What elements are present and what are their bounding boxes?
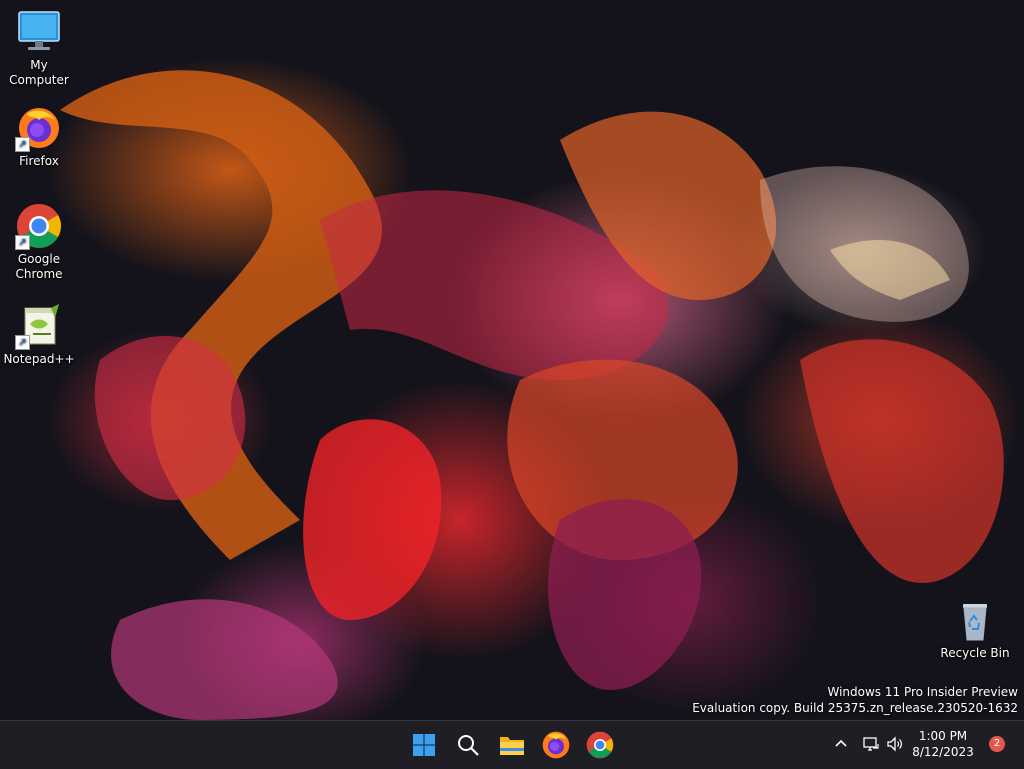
volume-button[interactable] bbox=[886, 735, 904, 753]
clock-time: 1:00 PM bbox=[918, 729, 968, 743]
desktop-icon-label: Google Chrome bbox=[15, 252, 63, 281]
desktop-icon-google-chrome[interactable]: ↗ Google Chrome bbox=[0, 202, 78, 282]
shortcut-arrow-icon: ↗ bbox=[15, 137, 30, 152]
shortcut-arrow-icon: ↗ bbox=[15, 235, 30, 250]
search-button[interactable] bbox=[452, 729, 484, 761]
chrome-icon: ↗ bbox=[15, 202, 63, 250]
chrome-icon bbox=[586, 731, 614, 759]
desktop-icon-firefox[interactable]: ↗ Firefox bbox=[0, 104, 78, 169]
chevron-up-icon bbox=[835, 739, 847, 747]
search-icon bbox=[458, 735, 479, 756]
watermark-line-2: Evaluation copy. Build 25375.zn_release.… bbox=[692, 701, 1018, 715]
network-button[interactable] bbox=[862, 735, 880, 753]
show-hidden-icons-button[interactable] bbox=[832, 735, 850, 753]
desktop-icon-label: Recycle Bin bbox=[940, 646, 1010, 660]
desktop[interactable]: My Computer ↗ Firefox ↗ Google Chrome ↗ … bbox=[0, 0, 1024, 720]
firefox-icon: ↗ bbox=[15, 104, 63, 152]
network-icon bbox=[863, 737, 879, 751]
desktop-icon-recycle-bin[interactable]: Recycle Bin bbox=[936, 596, 1014, 661]
notepad-plus-plus-icon: ↗ bbox=[15, 302, 63, 350]
clock-date: 8/12/2023 bbox=[912, 745, 974, 759]
start-button[interactable] bbox=[408, 729, 440, 761]
windows-watermark: Windows 11 Pro Insider Preview Evaluatio… bbox=[692, 684, 1018, 716]
desktop-icon-notepad-plus-plus[interactable]: ↗ Notepad++ bbox=[0, 302, 78, 367]
shortcut-arrow-icon: ↗ bbox=[15, 335, 30, 350]
start-icon bbox=[413, 734, 435, 756]
firefox-taskbar-button[interactable] bbox=[540, 729, 572, 761]
file-explorer-button[interactable] bbox=[496, 729, 528, 761]
watermark-line-1: Windows 11 Pro Insider Preview bbox=[827, 685, 1018, 699]
taskbar: 1:00 PM 8/12/2023 2 bbox=[0, 720, 1024, 769]
desktop-icon-label: Notepad++ bbox=[3, 352, 75, 366]
wallpaper bbox=[60, 70, 1004, 720]
firefox-icon bbox=[542, 731, 570, 759]
desktop-icon-label: Firefox bbox=[19, 154, 59, 168]
speaker-icon bbox=[887, 736, 902, 752]
chrome-taskbar-button[interactable] bbox=[584, 729, 616, 761]
monitor-icon bbox=[15, 8, 63, 56]
notification-badge[interactable]: 2 bbox=[989, 736, 1005, 752]
recycle-bin-icon bbox=[951, 596, 999, 644]
desktop-icon-label: My Computer bbox=[9, 58, 69, 87]
desktop-icon-my-computer[interactable]: My Computer bbox=[0, 8, 78, 88]
clock[interactable]: 1:00 PM 8/12/2023 bbox=[908, 728, 978, 760]
file-explorer-icon bbox=[500, 737, 524, 755]
